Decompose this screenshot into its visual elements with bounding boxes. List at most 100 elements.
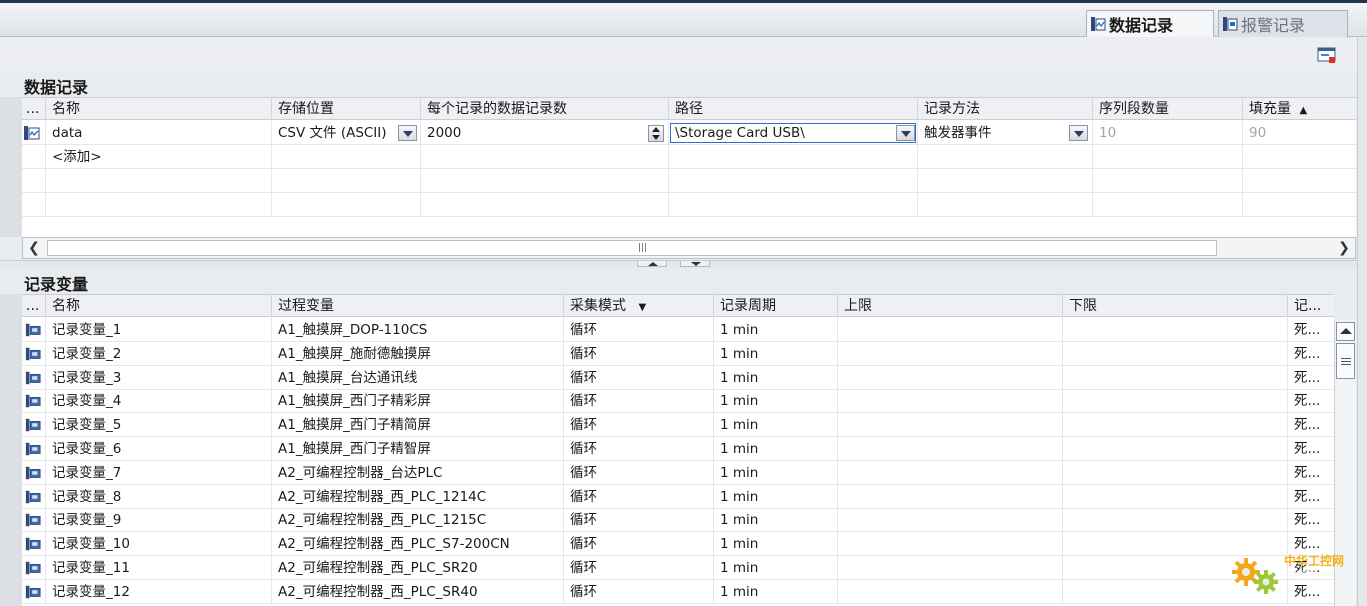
recording-cell[interactable]: 死... — [1288, 366, 1334, 390]
pane-splitter[interactable] — [0, 260, 1357, 268]
path-select[interactable]: \Storage Card USB\ — [669, 121, 918, 145]
column-header-segments[interactable]: 序列段数量 — [1093, 98, 1243, 120]
cycle-cell[interactable]: 1 min — [714, 532, 838, 557]
table-row[interactable]: 记录变量_2 A1_触摸屏_施耐德触摸屏 循环 1 min 死... — [22, 341, 1334, 366]
scrollbar-thumb[interactable]: ||| — [47, 240, 1217, 256]
table-row[interactable]: 记录变量_11 A2_可编程控制器_西_PLC_SR20 循环 1 min 死... — [22, 556, 1334, 580]
recording-cell[interactable]: 死... — [1288, 437, 1334, 461]
recording-cell[interactable]: 死... — [1288, 508, 1334, 532]
records-stepper[interactable]: 2000 — [421, 121, 669, 145]
process-tag-cell[interactable]: A2_可编程控制器_西_PLC_SR20 — [272, 556, 564, 580]
acq-mode-cell[interactable]: 循环 — [564, 460, 714, 485]
column-header-name[interactable]: 名称 — [46, 98, 272, 120]
acq-mode-cell[interactable]: 循环 — [564, 318, 714, 342]
column-header-storage[interactable]: 存储位置 — [272, 98, 421, 120]
tag-name-cell[interactable]: 记录变量_10 — [46, 532, 272, 557]
column-header-lower[interactable]: 下限 — [1063, 295, 1288, 317]
recording-cell[interactable]: 死... — [1288, 485, 1334, 509]
upper-limit-cell[interactable] — [838, 318, 1063, 342]
upper-limit-cell[interactable] — [838, 579, 1063, 604]
column-header-cycle[interactable]: 记录周期 — [714, 295, 838, 317]
scroll-up-icon[interactable] — [1336, 322, 1355, 341]
column-header-name[interactable]: 名称 — [46, 295, 272, 317]
acq-mode-cell[interactable]: 循环 — [564, 532, 714, 557]
acq-mode-cell[interactable]: 循环 — [564, 437, 714, 461]
tab-data-log[interactable]: 数据记录 — [1086, 10, 1214, 37]
process-tag-cell[interactable]: A2_可编程控制器_西_PLC_1215C — [272, 508, 564, 533]
cycle-cell[interactable]: 1 min — [714, 413, 838, 438]
column-header-process-tag[interactable]: 过程变量 — [272, 295, 564, 317]
path-field[interactable]: \Storage Card USB\ — [670, 123, 916, 143]
table-row[interactable]: 记录变量_3 A1_触摸屏_台达通讯线 循环 1 min 死... — [22, 365, 1334, 390]
horizontal-scrollbar[interactable]: ❮ ||| ❯ — [22, 237, 1356, 259]
lower-limit-cell[interactable] — [1063, 318, 1288, 342]
upper-limit-cell[interactable] — [838, 532, 1063, 557]
acq-mode-cell[interactable]: 循环 — [564, 508, 714, 533]
column-header-path[interactable]: 路径 — [669, 98, 918, 120]
acq-mode-cell[interactable]: 循环 — [564, 579, 714, 604]
process-tag-cell[interactable]: A1_触摸屏_DOP-110CS — [272, 318, 564, 342]
log-name-cell[interactable]: data — [46, 121, 272, 145]
recording-cell[interactable]: 死... — [1288, 389, 1334, 413]
add-row[interactable]: <添加> — [22, 145, 1356, 169]
upper-limit-cell[interactable] — [838, 413, 1063, 438]
acq-mode-cell[interactable]: 循环 — [564, 413, 714, 438]
table-row[interactable]: 记录变量_1 A1_触摸屏_DOP-110CS 循环 1 min 死... — [22, 318, 1334, 342]
add-new-entry[interactable]: <添加> — [46, 145, 272, 169]
recording-cell[interactable]: 死... — [1288, 461, 1334, 485]
tag-name-cell[interactable]: 记录变量_4 — [46, 389, 272, 414]
tag-name-cell[interactable]: 记录变量_7 — [46, 460, 272, 485]
tag-name-cell[interactable]: 记录变量_5 — [46, 413, 272, 438]
collapse-down-icon[interactable] — [680, 261, 710, 267]
cycle-cell[interactable]: 1 min — [714, 318, 838, 342]
tab-alarm-log[interactable]: 报警记录 — [1218, 10, 1348, 37]
storage-select[interactable]: CSV 文件 (ASCII) — [272, 121, 421, 145]
cycle-cell[interactable]: 1 min — [714, 484, 838, 509]
process-tag-cell[interactable]: A2_可编程控制器_台达PLC — [272, 460, 564, 485]
recording-cell[interactable]: 死... — [1288, 342, 1334, 366]
process-tag-cell[interactable]: A1_触摸屏_台达通讯线 — [272, 365, 564, 390]
table-row[interactable]: 记录变量_9 A2_可编程控制器_西_PLC_1215C 循环 1 min 死... — [22, 508, 1334, 533]
tag-name-cell[interactable]: 记录变量_1 — [46, 318, 272, 342]
fill-cell[interactable]: 90 — [1243, 121, 1356, 145]
lower-limit-cell[interactable] — [1063, 413, 1288, 438]
tag-name-cell[interactable]: 记录变量_9 — [46, 508, 272, 533]
cycle-cell[interactable]: 1 min — [714, 508, 838, 533]
upper-limit-cell[interactable] — [838, 556, 1063, 580]
upper-limit-cell[interactable] — [838, 389, 1063, 414]
column-header-fill[interactable]: 填充量 ▲ — [1243, 98, 1356, 120]
lower-limit-cell[interactable] — [1063, 437, 1288, 461]
upper-limit-cell[interactable] — [838, 460, 1063, 485]
lower-limit-cell[interactable] — [1063, 365, 1288, 390]
column-header-menu[interactable]: ... — [22, 295, 46, 317]
chevron-down-icon[interactable] — [398, 125, 417, 141]
table-row[interactable]: 记录变量_12 A2_可编程控制器_西_PLC_SR40 循环 1 min 死... — [22, 579, 1334, 604]
table-row[interactable]: data CSV 文件 (ASCII) 2000 \Storage Card U… — [22, 121, 1356, 145]
table-row[interactable]: 记录变量_7 A2_可编程控制器_台达PLC 循环 1 min 死... — [22, 460, 1334, 485]
method-select[interactable]: 触发器事件 — [918, 121, 1093, 145]
scroll-left-icon[interactable]: ❮ — [23, 238, 45, 258]
acq-mode-cell[interactable]: 循环 — [564, 341, 714, 366]
recording-cell[interactable]: 死... — [1288, 413, 1334, 437]
chevron-down-icon[interactable] — [1069, 125, 1088, 141]
lower-limit-cell[interactable] — [1063, 389, 1288, 414]
process-tag-cell[interactable]: A2_可编程控制器_西_PLC_S7-200CN — [272, 532, 564, 557]
tag-name-cell[interactable]: 记录变量_2 — [46, 341, 272, 366]
lower-limit-cell[interactable] — [1063, 484, 1288, 509]
table-row[interactable]: 记录变量_8 A2_可编程控制器_西_PLC_1214C 循环 1 min 死... — [22, 484, 1334, 509]
process-tag-cell[interactable]: A1_触摸屏_西门子精智屏 — [272, 437, 564, 461]
segments-cell[interactable]: 10 — [1093, 121, 1243, 145]
scroll-right-icon[interactable]: ❯ — [1333, 238, 1355, 258]
column-header-upper[interactable]: 上限 — [838, 295, 1063, 317]
process-tag-cell[interactable]: A1_触摸屏_施耐德触摸屏 — [272, 341, 564, 366]
table-row[interactable]: 记录变量_5 A1_触摸屏_西门子精简屏 循环 1 min 死... — [22, 413, 1334, 438]
cycle-cell[interactable]: 1 min — [714, 579, 838, 604]
process-tag-cell[interactable]: A1_触摸屏_西门子精简屏 — [272, 413, 564, 438]
lower-limit-cell[interactable] — [1063, 460, 1288, 485]
column-header-recording[interactable]: 记... — [1288, 295, 1334, 317]
process-tag-cell[interactable]: A2_可编程控制器_西_PLC_1214C — [272, 484, 564, 509]
cycle-cell[interactable]: 1 min — [714, 365, 838, 390]
tag-name-cell[interactable]: 记录变量_11 — [46, 556, 272, 580]
tag-name-cell[interactable]: 记录变量_8 — [46, 484, 272, 509]
column-header-records[interactable]: 每个记录的数据记录数 — [421, 98, 669, 120]
